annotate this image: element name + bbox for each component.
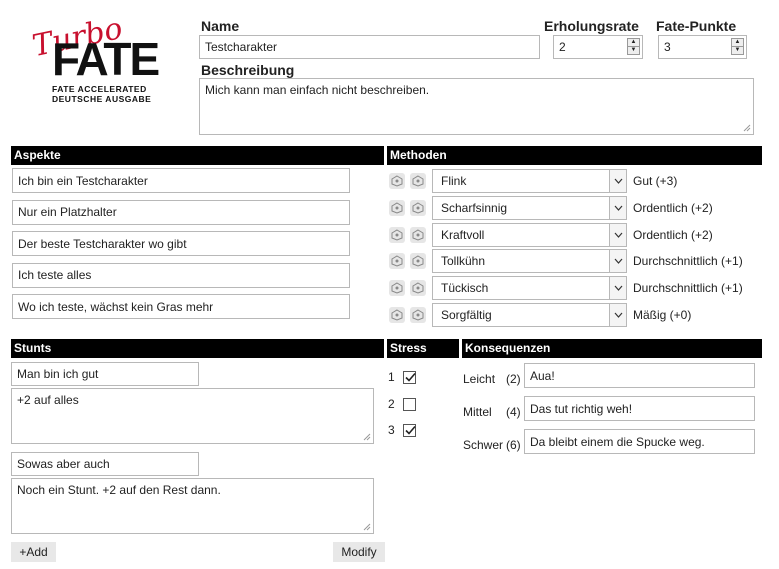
method-name: Tollkühn <box>441 254 486 269</box>
fate-value: 3 <box>664 40 671 54</box>
chevron-down-icon[interactable] <box>609 277 626 300</box>
method-rating: Ordentlich (+2) <box>633 227 713 242</box>
recovery-value: 2 <box>559 40 566 54</box>
recovery-input[interactable]: 2 ▲ ▼ <box>553 35 643 59</box>
spin-down-icon[interactable]: ▼ <box>732 47 743 55</box>
method-name: Kraftvoll <box>441 227 485 242</box>
dice-icon[interactable] <box>389 199 405 216</box>
chevron-down-icon[interactable] <box>609 170 626 192</box>
name-label: Name <box>201 18 240 34</box>
fate-spinner[interactable]: ▲ ▼ <box>731 38 744 55</box>
method-name: Scharfsinnig <box>441 200 508 215</box>
resize-grip-icon[interactable] <box>363 433 371 441</box>
consequence-value: (2) <box>506 372 521 386</box>
logo-line1: FATE ACCELERATED <box>52 84 147 94</box>
stress-checkbox[interactable] <box>403 397 416 411</box>
consequence-value: (6) <box>506 438 521 452</box>
method-select[interactable]: Tückisch <box>432 276 627 301</box>
methods-header: Methoden <box>387 146 762 165</box>
method-name: Flink <box>441 174 467 188</box>
method-rating: Ordentlich (+2) <box>633 200 713 215</box>
chevron-down-icon[interactable] <box>609 223 626 246</box>
spin-down-icon[interactable]: ▼ <box>628 47 639 55</box>
recovery-spinner[interactable]: ▲ ▼ <box>627 38 640 55</box>
method-select[interactable]: Kraftvoll <box>432 222 627 247</box>
chevron-down-icon[interactable] <box>609 196 626 219</box>
stunt-name-input[interactable]: Sowas aber auch <box>11 452 199 476</box>
method-rating: Durchschnittlich (+1) <box>633 281 743 296</box>
dice-icon[interactable] <box>389 226 405 243</box>
aspect-input[interactable]: Ich teste alles <box>12 262 350 288</box>
consequence-input[interactable]: Aua! <box>524 363 755 388</box>
method-name: Tückisch <box>441 281 489 296</box>
aspects-header: Aspekte <box>11 146 384 165</box>
method-select[interactable]: Tollkühn <box>432 249 627 274</box>
consequence-input[interactable]: Das tut richtig weh! <box>524 396 755 421</box>
recovery-label: Erholungsrate <box>544 18 639 34</box>
aspect-input[interactable]: Wo ich teste, wächst kein Gras mehr <box>12 294 350 319</box>
stunt-description-textarea[interactable]: +2 auf alles <box>11 388 374 444</box>
method-select[interactable]: Scharfsinnig <box>432 195 627 220</box>
spin-up-icon[interactable]: ▲ <box>628 39 639 47</box>
stress-box-label: 2 <box>388 396 395 411</box>
logo-word: FATE <box>52 33 160 85</box>
stunts-header: Stunts <box>11 339 384 358</box>
dice-icon[interactable] <box>389 307 405 323</box>
add-stunt-button[interactable]: +Add <box>11 542 56 562</box>
stress-checkbox[interactable] <box>403 424 416 437</box>
aspect-input[interactable]: Der beste Testcharakter wo gibt <box>12 231 350 256</box>
description-label: Beschreibung <box>201 62 295 78</box>
dice-icon[interactable] <box>389 253 405 270</box>
aspect-input[interactable]: Ich bin ein Testcharakter <box>12 168 350 193</box>
fate-input[interactable]: 3 ▲ ▼ <box>658 35 747 59</box>
consequence-label: Leicht <box>463 372 496 386</box>
method-rating: Mäßig (+0) <box>633 308 692 322</box>
stunt-description-text: +2 auf alles <box>17 393 79 407</box>
chevron-down-icon[interactable] <box>609 304 626 326</box>
dice-icon[interactable] <box>410 280 426 297</box>
dice-icon[interactable] <box>410 253 426 270</box>
modify-stunts-button[interactable]: Modify <box>333 542 385 562</box>
dice-icon[interactable] <box>389 280 405 297</box>
method-select[interactable]: Flink <box>432 169 627 193</box>
stress-box-label: 3 <box>388 423 395 437</box>
method-select[interactable]: Sorgfältig <box>432 303 627 327</box>
dice-icon[interactable] <box>410 307 426 323</box>
dice-icon[interactable] <box>410 173 426 189</box>
method-rating: Gut (+3) <box>633 174 678 188</box>
method-rating: Durchschnittlich (+1) <box>633 254 743 269</box>
spin-up-icon[interactable]: ▲ <box>732 39 743 47</box>
stunt-description-textarea[interactable]: Noch ein Stunt. +2 auf den Rest dann. <box>11 478 374 534</box>
stress-checkbox[interactable] <box>403 371 416 384</box>
description-textarea[interactable]: Mich kann man einfach nicht beschreiben. <box>199 78 754 135</box>
fate-logo: Turbo FATE FATE ACCELERATED DEUTSCHE AUS… <box>29 11 175 110</box>
consequence-value: (4) <box>506 405 521 419</box>
stress-box-label: 1 <box>388 370 395 384</box>
fate-label: Fate-Punkte <box>656 18 737 34</box>
logo-line2: DEUTSCHE AUSGABE <box>52 94 152 104</box>
consequence-label: Schwer <box>463 438 504 452</box>
method-name: Sorgfältig <box>441 308 492 322</box>
aspect-input[interactable]: Nur ein Platzhalter <box>12 199 350 225</box>
dice-icon[interactable] <box>410 199 426 216</box>
resize-grip-icon[interactable] <box>363 523 371 531</box>
name-input[interactable]: Testcharakter <box>199 35 540 59</box>
description-text: Mich kann man einfach nicht beschreiben. <box>205 83 430 97</box>
stunt-description-text: Noch ein Stunt. +2 auf den Rest dann. <box>17 483 221 497</box>
stress-header: Stress <box>387 339 459 358</box>
resize-grip-icon[interactable] <box>743 124 751 132</box>
consequence-label: Mittel <box>463 405 492 419</box>
consequences-header: Konsequenzen <box>462 339 762 358</box>
chevron-down-icon[interactable] <box>609 250 626 273</box>
consequence-input[interactable]: Da bleibt einem die Spucke weg. <box>524 429 755 454</box>
dice-icon[interactable] <box>410 226 426 243</box>
stunt-name-input[interactable]: Man bin ich gut <box>11 362 199 386</box>
dice-icon[interactable] <box>389 173 405 189</box>
